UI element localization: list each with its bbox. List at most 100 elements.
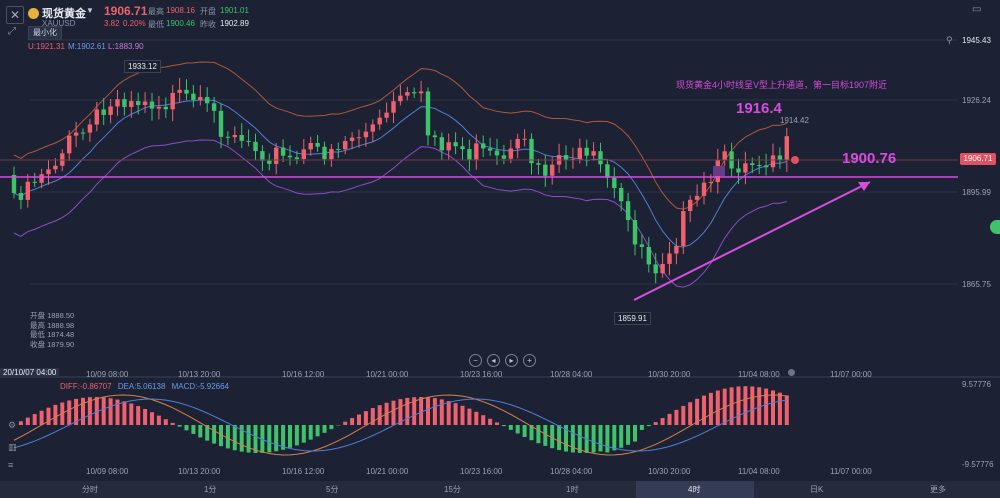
macd-bar <box>446 401 451 425</box>
latest-dot[interactable] <box>788 369 795 376</box>
side-toggle-handle[interactable] <box>990 220 1000 234</box>
zoom-in-button[interactable]: + <box>523 354 536 367</box>
candle-body <box>232 134 237 138</box>
candle-body <box>784 136 789 160</box>
tab-5min[interactable]: 5分 <box>326 484 338 495</box>
macd-bar <box>81 397 85 425</box>
chart-app: ✕ 现货黄金 XAUUSD ▼ 1906.71 3.82 0.20% 最高 19… <box>0 0 1000 498</box>
candle-body <box>598 151 603 165</box>
scroll-right-button[interactable]: ▸ <box>505 354 518 367</box>
macd-bar <box>626 425 631 445</box>
macd-bar <box>501 425 506 427</box>
macd-bar <box>708 392 713 425</box>
bell-icon[interactable]: ⚲ <box>946 35 953 46</box>
tab-1min[interactable]: 1分 <box>204 484 216 495</box>
candle-body <box>46 169 51 175</box>
peak-price-label: 1933.12 <box>124 60 161 73</box>
macd-bar <box>377 405 382 425</box>
x-tick-lower: 11/07 00:00 <box>830 467 872 476</box>
candle-body <box>329 148 334 160</box>
candle-body <box>301 149 306 160</box>
candle-body <box>253 141 258 152</box>
candle-body <box>239 134 244 141</box>
x-tick-lower: 10/30 20:00 <box>648 467 691 476</box>
macd-bar <box>170 422 175 425</box>
tab-1hour[interactable]: 1时 <box>566 484 578 495</box>
candle-body <box>246 140 251 142</box>
macd-bar <box>232 425 237 451</box>
y-tick-3: 1895.99 <box>962 188 991 197</box>
macd-bar <box>315 425 320 437</box>
candle-body <box>736 168 741 173</box>
macd-bar <box>191 425 196 434</box>
macd-bar <box>646 425 651 427</box>
macd-bar <box>736 386 741 425</box>
candle-body <box>708 182 714 184</box>
x-tick: 10/21 00:00 <box>366 370 409 379</box>
candle-body <box>522 138 527 140</box>
macd-bar <box>702 395 706 425</box>
macd-bar <box>777 392 782 425</box>
tab-15min[interactable]: 15分 <box>444 484 461 495</box>
macd-bar <box>198 425 203 438</box>
candle-body <box>18 193 24 200</box>
candle-body <box>177 89 182 93</box>
candle-body <box>308 143 313 150</box>
trough-price-label: 1859.91 <box>614 312 651 325</box>
macd-bar <box>129 403 134 425</box>
scroll-left-button[interactable]: ◂ <box>487 354 500 367</box>
candle-body <box>343 140 348 150</box>
candle-body <box>418 91 424 94</box>
zoom-out-button[interactable]: − <box>469 354 482 367</box>
macd-bar <box>639 425 644 430</box>
candle-body <box>39 174 44 183</box>
candle-body <box>73 132 79 136</box>
macd-bar <box>357 414 361 425</box>
indicator-icon[interactable]: ▥ <box>8 442 17 453</box>
marker-box <box>713 166 725 176</box>
tab-4hour[interactable]: 4时 <box>688 484 700 495</box>
candle-body <box>667 253 672 264</box>
tab-more[interactable]: 更多 <box>930 484 946 495</box>
candle-body <box>260 151 265 161</box>
macd-bar <box>598 425 603 452</box>
layers-icon[interactable]: ≡ <box>8 460 13 470</box>
candle-body <box>591 151 596 156</box>
candle-body <box>701 182 707 196</box>
macd-bar <box>267 425 272 453</box>
candle-body <box>122 99 127 107</box>
candle-body <box>129 101 134 107</box>
settings-icon[interactable]: ⚙ <box>8 420 16 431</box>
macd-axis-top: 9.57776 <box>962 380 991 389</box>
candle-body <box>405 92 410 96</box>
candle-body <box>474 143 479 160</box>
macd-bar <box>688 402 693 425</box>
candle-group <box>11 77 789 284</box>
candle-body <box>460 146 465 150</box>
target-label-1: 1916.4 <box>736 100 782 117</box>
macd-dea: DEA:5.06138 <box>117 382 166 391</box>
chart-canvas[interactable] <box>0 0 1000 498</box>
macd-bar <box>743 386 748 425</box>
candle-body <box>425 91 431 136</box>
macd-bar <box>460 405 465 425</box>
tab-daily[interactable]: 日K <box>810 484 823 495</box>
candle-body <box>501 155 507 159</box>
macd-bar <box>391 400 396 425</box>
macd-bar <box>474 411 479 425</box>
macd-bar <box>25 417 30 425</box>
candle-body <box>777 155 783 160</box>
macd-bar <box>101 397 106 425</box>
macd-bar <box>143 408 148 425</box>
candle-body <box>142 101 148 106</box>
macd-bar <box>419 397 424 425</box>
macd-bar <box>405 397 410 425</box>
tab-timeline[interactable]: 分时 <box>82 484 98 495</box>
macd-bar <box>363 411 368 425</box>
macd-bar <box>591 425 596 453</box>
candle-body <box>198 97 203 100</box>
candle-body <box>577 147 582 160</box>
candle-body <box>315 143 320 147</box>
mini-price-label: 1914.42 <box>780 116 809 125</box>
macd-bar <box>557 425 562 451</box>
